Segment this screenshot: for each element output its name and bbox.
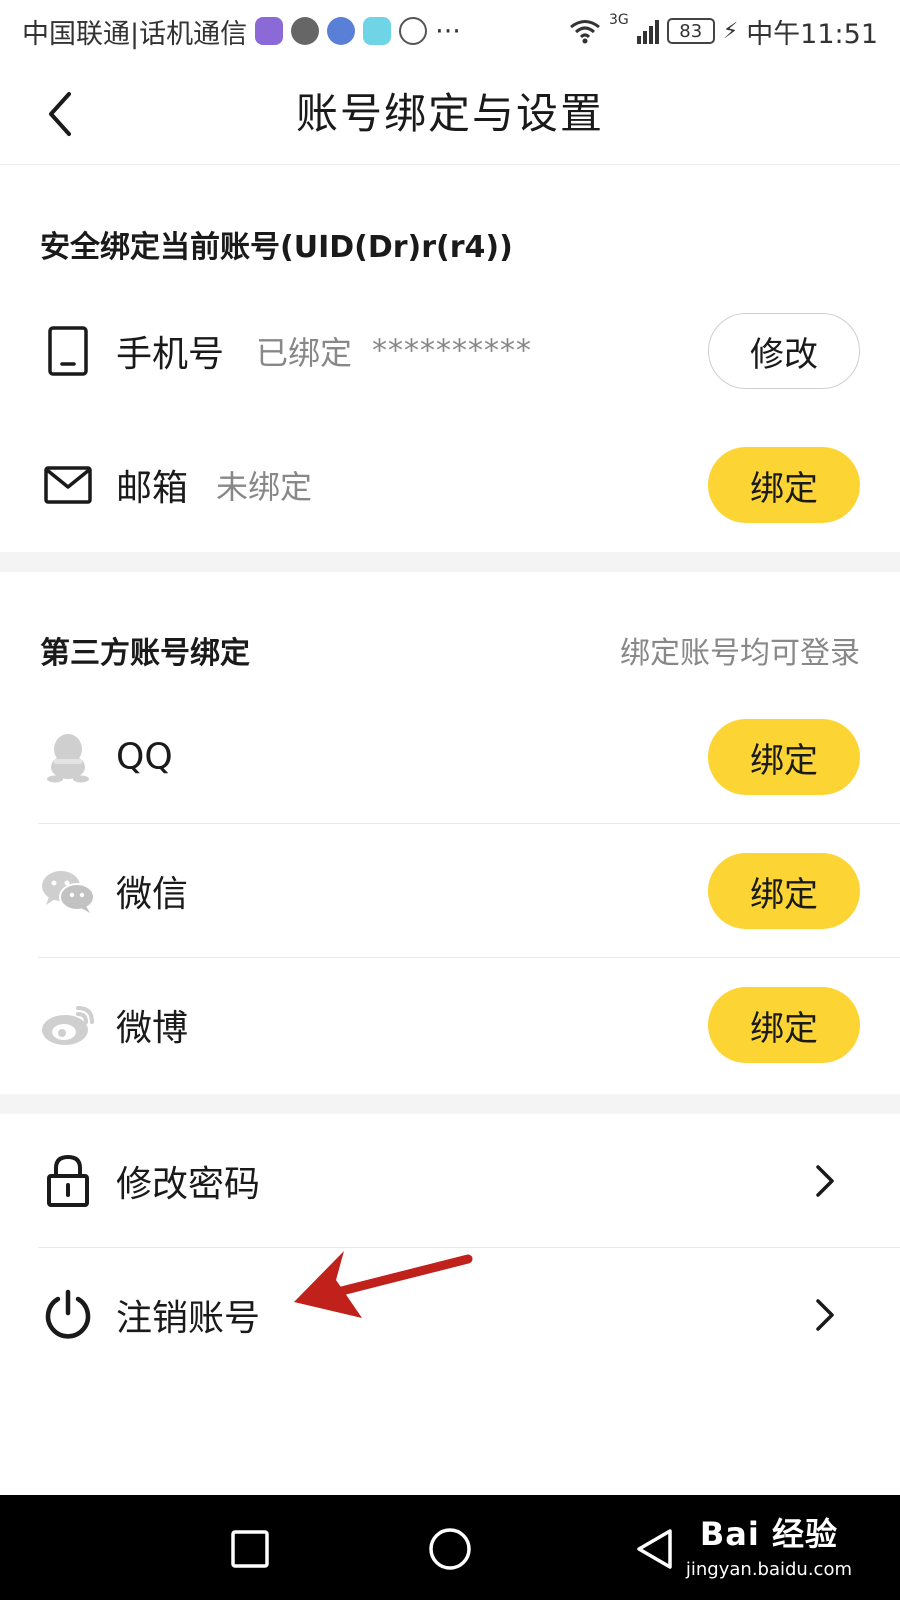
triangle-back-icon [637,1529,672,1569]
wechat-icon [40,863,96,919]
battery-indicator: 83 [666,18,715,44]
recent-apps-button[interactable] [226,1525,274,1573]
home-button[interactable] [426,1525,474,1573]
third-party-section-note: 绑定账号均可登录 [620,636,860,671]
third-party-section-title: 第三方账号绑定 [40,636,250,671]
bind-wechat-button[interactable]: 绑定 [708,853,860,929]
notification-app-icon [255,17,284,45]
lock-icon [40,1153,96,1209]
status-left: 中国联通|话机通信 ··· [22,12,461,51]
qq-penguin-icon [40,729,96,785]
square-icon [231,1530,269,1568]
email-status: 未绑定 [216,468,313,506]
charging-icon: ⚡ [722,18,739,44]
wechat-row: 微信 绑定 [0,824,900,958]
section-gap-2 [0,1094,900,1114]
baidu-watermark: Bai 经验 jingyan.baidu.com [686,1509,852,1580]
email-label: 邮箱 [116,468,189,509]
bind-qq-button[interactable]: 绑定 [708,719,860,795]
wifi-icon [570,20,600,44]
weibo-label: 微博 [116,1008,189,1049]
deregister-account-row[interactable]: 注销账号 [0,1248,900,1382]
weibo-icon [40,997,96,1053]
phone-icon [40,323,96,379]
network-type: 3G [608,11,629,28]
envelope-icon [40,457,96,513]
back-nav-button[interactable] [630,1525,678,1573]
wechat-label: 微信 [116,874,189,915]
third-party-section: 第三方账号绑定 绑定账号均可登录 QQ 绑定 微信 绑定 微博 绑定 [0,572,900,1094]
navigation-bar: Bai 经验 jingyan.baidu.com [0,1495,900,1600]
watermark-main: Bai 经验 [699,1515,838,1553]
deregister-account-label: 注销账号 [116,1298,261,1339]
change-password-row[interactable]: 修改密码 [0,1114,900,1248]
hand-icon [399,17,428,45]
weibo-row: 微博 绑定 [0,958,900,1092]
qq-row: QQ 绑定 [0,690,900,824]
security-section: 安全绑定当前账号(UID(Dr)r(r4)) 手机号 已绑定 *********… [0,166,900,552]
phone-masked-number: ********** [372,333,532,369]
header: 账号绑定与设置 [0,62,900,165]
section-gap-1 [0,552,900,572]
carrier-label: 中国联通|话机通信 [22,18,248,50]
power-icon [40,1287,96,1343]
signal-icon [636,18,659,44]
circle-icon [429,1528,471,1570]
phone-row: 手机号 已绑定 ********** 修改 [0,284,900,418]
status-bar: 中国联通|话机通信 ··· 3G 83 ⚡ 中午11:51 [0,0,900,62]
notification-app-icon-3 [363,17,392,45]
email-row: 邮箱 未绑定 绑定 [0,418,900,552]
bind-weibo-button[interactable]: 绑定 [708,987,860,1063]
modify-phone-button[interactable]: 修改 [708,313,860,389]
chevron-right-icon [810,1161,840,1201]
phone-status: 已绑定 [256,334,353,372]
chevron-right-icon [810,1295,840,1335]
clock: 中午11:51 [746,18,878,50]
notification-app-icon-2 [327,17,356,45]
phone-label: 手机号 [116,334,225,375]
account-section: 修改密码 注销账号 [0,1114,900,1495]
page-title: 账号绑定与设置 [295,89,604,138]
security-section-title: 安全绑定当前账号(UID(Dr)r(r4)) [40,230,513,265]
watermark-sub: jingyan.baidu.com [685,1559,852,1580]
message-bubble-icon [291,17,320,45]
qq-label: QQ [116,736,173,778]
change-password-label: 修改密码 [116,1164,261,1205]
status-right: 3G 83 ⚡ 中午11:51 [569,12,878,51]
bind-email-button[interactable]: 绑定 [708,447,860,523]
more-notifications: ··· [435,15,461,47]
